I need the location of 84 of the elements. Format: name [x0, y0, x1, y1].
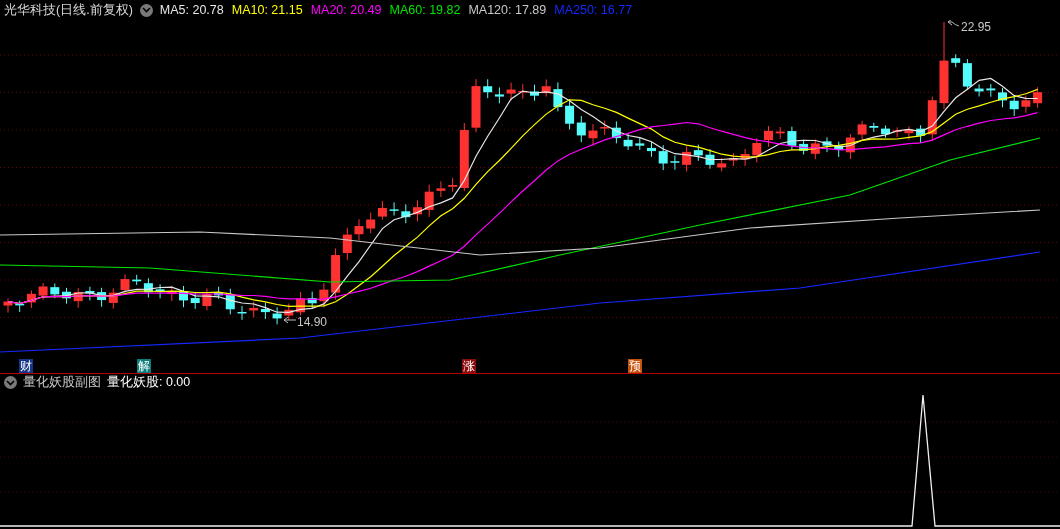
ma-legend-label: MA60: 19.82	[389, 3, 461, 17]
candlestick	[377, 200, 387, 221]
dropdown-icon[interactable]	[139, 3, 153, 17]
event-marker[interactable]: 财	[19, 359, 33, 373]
candlestick	[260, 302, 270, 320]
candlestick	[810, 138, 820, 160]
candlestick	[1021, 94, 1031, 114]
event-marker[interactable]: 预	[628, 359, 642, 373]
ma-legend-label: MA5: 20.78	[159, 3, 224, 17]
candlestick	[670, 154, 680, 171]
ma-legend-label: MA120: 17.89	[468, 3, 547, 17]
candlestick	[1033, 86, 1043, 109]
candlestick	[553, 81, 563, 112]
candlestick	[717, 157, 727, 172]
candlestick	[389, 201, 399, 217]
ma-legend-label: MA250: 16.77	[554, 3, 633, 17]
candlestick	[237, 305, 247, 321]
candlestick	[857, 120, 867, 141]
candlestick	[764, 125, 773, 148]
candlestick	[799, 139, 809, 155]
candlestick	[647, 141, 656, 158]
candlestick	[904, 125, 914, 141]
low-price-label: 14.90	[297, 315, 328, 329]
candlestick	[787, 126, 797, 151]
candlestick	[155, 283, 165, 299]
event-marker[interactable]: 涨	[462, 359, 476, 373]
candlestick	[120, 273, 130, 295]
event-marker[interactable]: 解	[137, 359, 151, 373]
candlestick	[50, 283, 60, 299]
candlestick	[506, 82, 516, 102]
candlestick	[576, 115, 586, 143]
candlestick	[307, 291, 317, 309]
candlestick	[588, 123, 598, 146]
candlestick	[413, 199, 422, 222]
candlestick	[471, 78, 481, 133]
candlestick	[740, 148, 750, 167]
candlestick	[401, 203, 411, 224]
candlestick	[635, 136, 645, 151]
candlestick	[38, 282, 48, 301]
candlestick	[1009, 95, 1019, 117]
dropdown-icon[interactable]	[4, 376, 17, 389]
candlestick	[319, 282, 329, 308]
candlestick	[541, 79, 551, 98]
candlestick	[366, 212, 376, 234]
leader-line	[283, 316, 297, 324]
candlestick	[565, 98, 575, 130]
candlestick	[623, 133, 633, 151]
candlestick	[108, 287, 118, 310]
candlestick	[296, 291, 305, 316]
candlestick	[752, 137, 762, 163]
candlestick	[3, 298, 13, 314]
high-price-label: 22.95	[961, 20, 992, 34]
candlestick	[62, 287, 71, 305]
candlestick	[998, 87, 1007, 108]
candlestick	[775, 126, 785, 140]
candlestick	[424, 184, 434, 218]
candlestick	[705, 148, 715, 170]
candlestick	[974, 83, 984, 97]
indicator-value: 量化妖股: 0.00	[107, 374, 191, 391]
ma-legend-label: MA10: 21.15	[231, 3, 303, 17]
candlestick	[284, 302, 294, 321]
candlestick	[869, 122, 879, 133]
candlestick	[97, 287, 107, 308]
indicator-title: 量化妖股副图	[23, 374, 101, 391]
candlestick	[892, 126, 902, 138]
candlestick	[881, 125, 890, 139]
candlestick	[436, 180, 446, 198]
candlestick	[822, 136, 832, 153]
candlestick	[73, 287, 83, 309]
candlestick	[272, 306, 282, 325]
candlestick	[728, 152, 738, 167]
candlestick	[354, 218, 364, 241]
candlestick	[986, 83, 996, 98]
candlestick	[494, 86, 504, 104]
candlestick	[530, 84, 539, 102]
ma-legend-label: MA20: 20.49	[310, 3, 382, 17]
candlestick	[202, 287, 212, 311]
leader-line	[947, 20, 960, 27]
candlestick	[85, 286, 95, 301]
candlestick	[658, 144, 668, 171]
candlestick	[249, 301, 259, 318]
chart-title: 光华科技(日线.前复权)	[4, 1, 133, 19]
candlestick	[483, 78, 493, 99]
candlestick	[179, 285, 188, 308]
